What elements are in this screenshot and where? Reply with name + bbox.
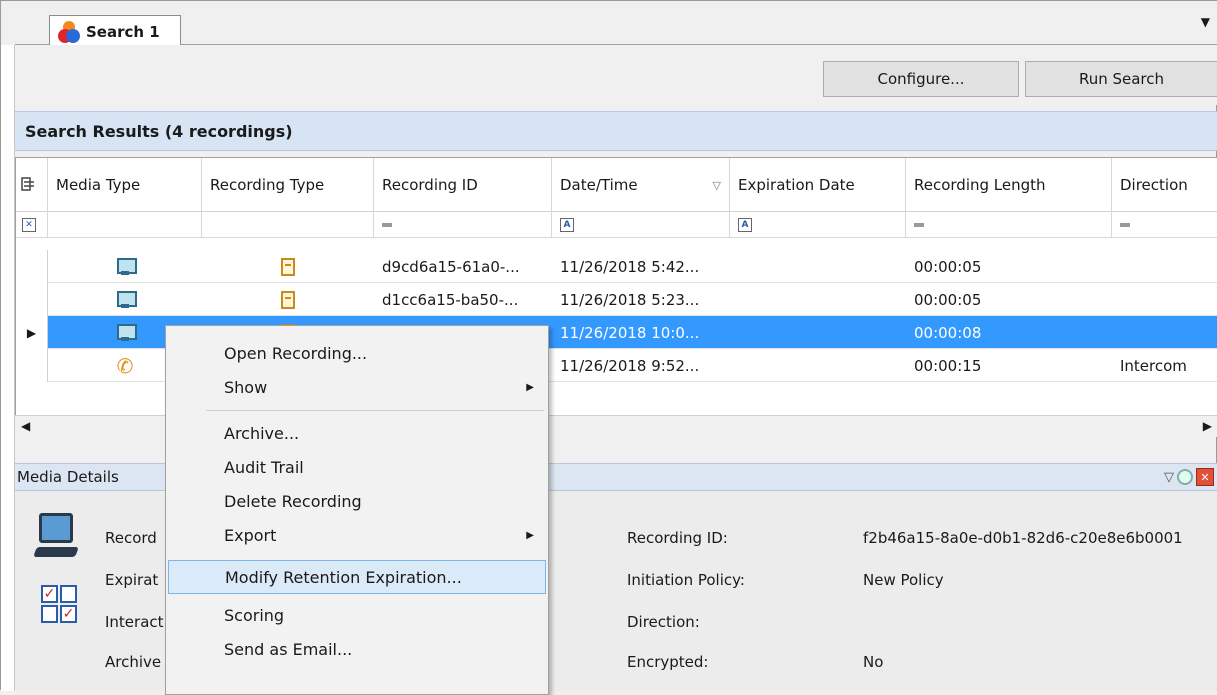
media-details-title: Media Details xyxy=(17,468,119,486)
pin-icon[interactable] xyxy=(1177,469,1193,485)
screen-recording-icon xyxy=(117,257,137,276)
detail-label: Expirat xyxy=(105,571,159,589)
screen-recording-icon xyxy=(117,290,137,309)
column-recording-length[interactable]: Recording Length xyxy=(906,158,1112,212)
detail-label: Direction: xyxy=(627,613,700,631)
menu-item-open-recording[interactable]: Open Recording... xyxy=(168,336,546,370)
left-edge xyxy=(1,45,15,691)
detail-label: Encrypted: xyxy=(627,653,709,671)
recording-length-cell: 00:00:15 xyxy=(914,356,982,375)
clipboard-icon xyxy=(281,290,295,309)
phone-icon: ✆ xyxy=(116,353,134,378)
menu-separator xyxy=(206,410,544,411)
menu-item-delete-recording[interactable]: Delete Recording xyxy=(168,484,546,518)
detail-value: New Policy xyxy=(863,571,944,589)
recording-length-cell: 00:00:05 xyxy=(914,257,982,276)
row-header[interactable] xyxy=(16,283,48,316)
tab-strip: Search 1 ▼ xyxy=(15,1,1217,47)
row-header[interactable] xyxy=(16,349,48,382)
detail-label: Interact xyxy=(105,613,164,631)
date-time-cell: 11/26/2018 5:23... xyxy=(560,290,700,309)
filter-a-icon: A xyxy=(560,218,574,232)
sort-descending-icon: ▽ xyxy=(712,178,721,192)
menu-item-export[interactable]: Export ▶ xyxy=(168,518,546,552)
tab-label: Search 1 xyxy=(86,22,160,41)
table-row[interactable]: d9cd6a15-61a0-... 11/26/2018 5:42... 00:… xyxy=(16,250,1217,283)
tab-dropdown-icon[interactable]: ▼ xyxy=(1201,15,1210,29)
column-date-time-label: Date/Time xyxy=(560,176,638,194)
panel-tools: ▽ ✕ xyxy=(1164,468,1214,486)
search-window: Search 1 ▼ Configure... Run Search Searc… xyxy=(0,0,1217,695)
configure-button[interactable]: Configure... xyxy=(823,61,1019,97)
tab-search-1[interactable]: Search 1 xyxy=(49,15,181,47)
clipboard-icon xyxy=(281,257,295,276)
recording-id-cell: d1cc6a15-ba50-... xyxy=(382,290,519,309)
column-date-time[interactable]: Date/Time ▽ xyxy=(552,158,730,212)
recording-length-cell: 00:00:08 xyxy=(914,323,982,342)
panel-menu-icon[interactable]: ▽ xyxy=(1164,470,1174,485)
date-time-cell: 11/26/2018 10:0... xyxy=(560,323,700,342)
row-header[interactable] xyxy=(16,250,48,283)
row-header-current-icon[interactable]: ▶ xyxy=(16,316,48,349)
column-media-type[interactable]: Media Type xyxy=(48,158,202,212)
detail-value: No xyxy=(863,653,884,671)
direction-cell xyxy=(1112,283,1217,316)
context-menu: Open Recording... Show ▶ Archive... Audit… xyxy=(165,325,549,695)
filter-date-time[interactable]: A xyxy=(552,212,730,238)
menu-item-audit-trail[interactable]: Audit Trail xyxy=(168,450,546,484)
menu-item-archive[interactable]: Archive... xyxy=(168,416,546,450)
filter-expiration-date[interactable]: A xyxy=(730,212,906,238)
checklist-icon: ✓ ✓ xyxy=(41,585,77,623)
detail-label: Archive xyxy=(105,653,162,671)
filter-recording-type[interactable] xyxy=(202,212,374,238)
detail-label: Record xyxy=(105,529,157,547)
grid-header: Media Type Recording Type Recording ID D… xyxy=(16,158,1217,212)
menu-item-show[interactable]: Show ▶ xyxy=(168,370,546,404)
scroll-right-icon[interactable]: ▶ xyxy=(1203,419,1212,433)
filter-a-icon: A xyxy=(738,218,752,232)
column-chooser-icon[interactable] xyxy=(16,158,48,212)
submenu-arrow-icon: ▶ xyxy=(526,529,534,541)
monitor-icon xyxy=(33,513,79,565)
filter-dash-icon xyxy=(382,223,392,227)
column-expiration-date[interactable]: Expiration Date xyxy=(730,158,906,212)
filter-dash-icon xyxy=(914,223,924,227)
recording-type-cell xyxy=(202,250,374,283)
filter-recording-id[interactable] xyxy=(374,212,552,238)
filter-direction[interactable] xyxy=(1112,212,1217,238)
filter-dash-icon xyxy=(1120,223,1130,227)
table-row[interactable]: d1cc6a15-ba50-... 11/26/2018 5:23... 00:… xyxy=(16,283,1217,316)
filter-row: ✕ A A xyxy=(16,212,1217,238)
column-direction[interactable]: Direction xyxy=(1112,158,1217,212)
search-people-icon xyxy=(58,20,82,43)
recording-type-cell xyxy=(202,283,374,316)
menu-item-modify-retention-expiration[interactable]: Modify Retention Expiration... xyxy=(168,560,546,594)
direction-cell: Intercom xyxy=(1120,356,1187,375)
detail-value: f2b46a15-8a0e-d0b1-82d6-c20e8e6b0001 xyxy=(863,529,1183,547)
media-type-cell xyxy=(48,250,202,283)
menu-item-scoring[interactable]: Scoring xyxy=(168,598,546,632)
detail-label: Initiation Policy: xyxy=(627,571,745,589)
date-time-cell: 11/26/2018 5:42... xyxy=(560,257,700,276)
search-results-header: Search Results (4 recordings) xyxy=(15,111,1217,151)
direction-cell xyxy=(1112,250,1217,283)
close-icon[interactable]: ✕ xyxy=(1196,468,1214,486)
menu-item-send-as-email[interactable]: Send as Email... xyxy=(168,632,546,666)
toolbar: Configure... Run Search xyxy=(15,45,1217,105)
column-recording-type[interactable]: Recording Type xyxy=(202,158,374,212)
media-type-cell xyxy=(48,283,202,316)
date-time-cell: 11/26/2018 9:52... xyxy=(560,356,700,375)
column-recording-id[interactable]: Recording ID xyxy=(374,158,552,212)
detail-label: Recording ID: xyxy=(627,529,728,547)
recording-id-cell: d9cd6a15-61a0-... xyxy=(382,257,520,276)
clear-filter-icon[interactable]: ✕ xyxy=(16,212,48,238)
run-search-button[interactable]: Run Search xyxy=(1025,61,1217,97)
filter-recording-length[interactable] xyxy=(906,212,1112,238)
submenu-arrow-icon: ▶ xyxy=(526,381,534,393)
screen-recording-icon xyxy=(117,323,137,342)
recording-length-cell: 00:00:05 xyxy=(914,290,982,309)
filter-media-type[interactable] xyxy=(48,212,202,238)
scroll-left-icon[interactable]: ◀ xyxy=(21,419,30,433)
direction-cell xyxy=(1112,316,1217,349)
